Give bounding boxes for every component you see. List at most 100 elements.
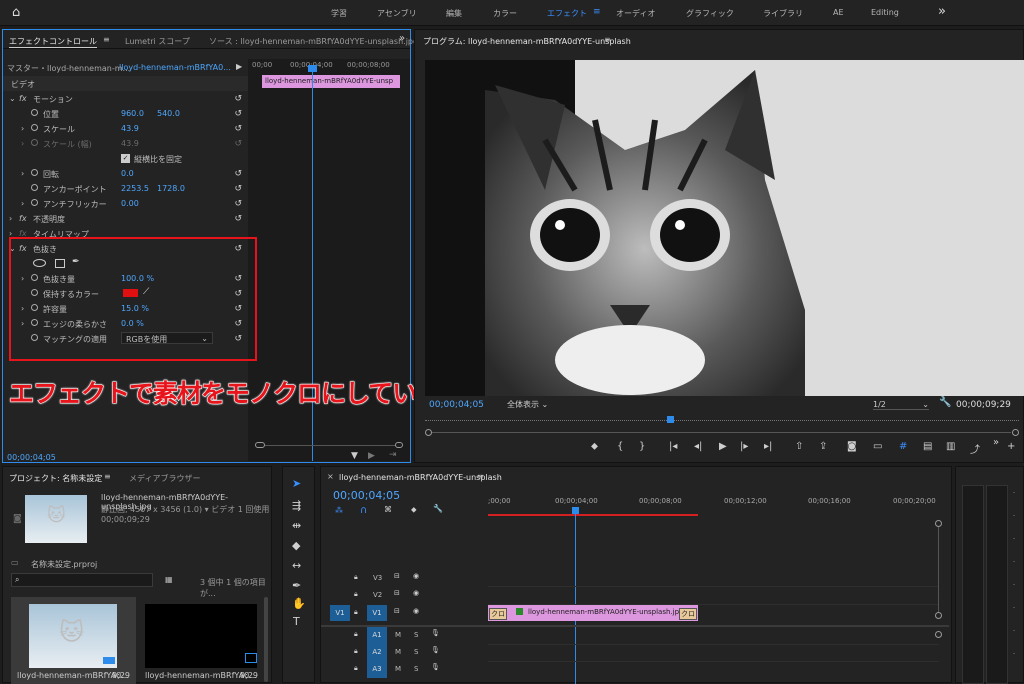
lock-icon[interactable]: 🔒︎: [354, 647, 358, 656]
workspace-effects[interactable]: エフェクト: [547, 8, 587, 19]
workspace-libraries[interactable]: ライブラリ: [763, 8, 803, 19]
anchor-y-value[interactable]: 1728.0: [157, 184, 185, 193]
eye-icon[interactable]: ◉: [413, 572, 419, 580]
type-tool-icon[interactable]: T: [293, 615, 300, 628]
mute-button[interactable]: M: [395, 665, 401, 673]
position-y-value[interactable]: 540.0: [157, 109, 180, 118]
scale-value[interactable]: 43.9: [121, 124, 139, 133]
search-input[interactable]: ⌕: [11, 573, 153, 587]
fit-dropdown[interactable]: 全体表示 ⌄: [507, 399, 548, 410]
panel-menu-icon[interactable]: ≡: [103, 35, 110, 44]
v1-source-patch[interactable]: V1: [330, 605, 350, 621]
eye-icon[interactable]: ◉: [413, 589, 419, 597]
program-video-frame[interactable]: [425, 60, 1024, 396]
solo-button[interactable]: S: [414, 631, 418, 639]
add-marker-icon[interactable]: ⬥: [591, 441, 598, 452]
microphone-icon[interactable]: 🎙︎: [431, 646, 440, 654]
camera-icon[interactable]: ◙: [847, 441, 857, 452]
comparison-view-icon[interactable]: ▭: [873, 441, 882, 452]
snap-icon[interactable]: ∩: [360, 505, 367, 516]
play-only-icon[interactable]: ▶: [368, 451, 375, 461]
stopwatch-icon[interactable]: [31, 199, 38, 208]
vertical-zoom-handle-top[interactable]: [935, 520, 942, 527]
linked-selection-icon[interactable]: ⌘: [384, 505, 392, 514]
timeline-clip[interactable]: クロ lloyd-henneman-mBRfYA0dYYE-unsplash.j…: [488, 605, 698, 621]
anchor-x-value[interactable]: 2253.5: [121, 184, 149, 193]
workspace-graphics[interactable]: グラフィック: [686, 8, 734, 19]
extract-icon[interactable]: ⇪: [819, 441, 827, 452]
program-playhead[interactable]: [667, 416, 674, 423]
stopwatch-icon[interactable]: [31, 124, 38, 133]
eye-icon[interactable]: ◉: [413, 607, 419, 615]
a1-target-patch[interactable]: A1: [367, 627, 387, 644]
mute-button[interactable]: M: [395, 648, 401, 656]
add-marker-icon[interactable]: ⬥: [411, 505, 417, 515]
timeline-playhead-handle[interactable]: [572, 507, 579, 514]
antiflicker-value[interactable]: 0.00: [121, 199, 139, 208]
home-icon[interactable]: ⌂: [12, 5, 20, 20]
lift-icon[interactable]: ⇧: [795, 441, 803, 452]
timeline-timecode[interactable]: 00;00;04;05: [333, 489, 400, 502]
workspace-menu-icon[interactable]: ≡: [593, 7, 601, 17]
nest-toggle-icon[interactable]: ⁂: [335, 506, 343, 515]
a3-target-patch[interactable]: A3: [367, 661, 387, 678]
solo-button[interactable]: S: [414, 665, 418, 673]
project-item-1[interactable]: 🐱 lloyd-henneman-mBRfYA0... 9;29: [11, 597, 136, 684]
more-buttons-icon[interactable]: »: [993, 437, 999, 448]
reset-icon[interactable]: ↺: [234, 199, 242, 209]
go-to-in-icon[interactable]: |◂: [669, 441, 677, 452]
program-timecode[interactable]: 00;00;04;05: [429, 400, 484, 410]
tab-lumetri-scopes[interactable]: Lumetri スコープ: [125, 36, 190, 47]
new-bin-icon[interactable]: ▦: [165, 575, 173, 584]
step-forward-icon[interactable]: |▸: [740, 441, 748, 452]
panel-menu-icon[interactable]: ≡: [604, 35, 611, 44]
track-select-tool-icon[interactable]: ⇶: [292, 499, 301, 512]
timeline-settings-icon[interactable]: 🔧: [433, 504, 443, 513]
selection-tool-icon[interactable]: ➤: [292, 477, 301, 490]
reset-icon[interactable]: ↺: [234, 94, 242, 104]
microphone-icon[interactable]: 🎙︎: [431, 629, 440, 637]
ec-scrollbar-handle[interactable]: [255, 442, 265, 448]
safe-margins-icon[interactable]: ▤: [923, 441, 932, 452]
panel-menu-icon[interactable]: ≡: [104, 472, 111, 481]
microphone-icon[interactable]: 🎙︎: [431, 663, 440, 671]
lock-icon[interactable]: 🔒︎: [354, 664, 358, 673]
sync-lock-icon[interactable]: ⊟: [394, 589, 400, 597]
master-clip-dropdown[interactable]: lloyd-henneman-mBRfYA0...: [119, 63, 231, 72]
step-back-icon[interactable]: ◂|: [694, 441, 702, 452]
workspace-color[interactable]: カラー: [493, 8, 517, 19]
stopwatch-icon[interactable]: [31, 109, 38, 118]
motion-chevron-icon[interactable]: ⌄: [9, 94, 16, 103]
razor-tool-icon[interactable]: ◆: [292, 539, 300, 552]
opacity-row[interactable]: › fx 不透明度 ↺: [3, 211, 248, 226]
workspace-audio[interactable]: オーディオ: [616, 8, 655, 19]
reset-icon[interactable]: ↺: [234, 169, 242, 179]
stopwatch-icon[interactable]: [31, 184, 38, 193]
tab-project[interactable]: プロジェクト: 名称未設定: [9, 473, 102, 484]
workspace-editing[interactable]: 編集: [446, 8, 462, 19]
ec-clip-bar[interactable]: lloyd-henneman-mBRfYA0dYYE-unsp: [262, 75, 400, 88]
vertical-zoom-handle-bottom[interactable]: [935, 612, 942, 619]
expand-chevron-icon[interactable]: ›: [21, 199, 24, 208]
mark-out-icon[interactable]: }: [639, 441, 645, 452]
v1-target-patch[interactable]: V1: [367, 605, 387, 621]
reset-icon[interactable]: ↺: [234, 109, 242, 119]
ec-timecode[interactable]: 00;00;04;05: [7, 453, 56, 462]
hand-tool-icon[interactable]: ✋: [292, 597, 306, 610]
resolution-dropdown[interactable]: 1/2 ⌄: [873, 400, 929, 410]
expand-panels-icon[interactable]: »: [399, 33, 405, 44]
lock-icon[interactable]: 🔒︎: [354, 590, 358, 599]
a2-target-patch[interactable]: A2: [367, 644, 387, 661]
filter-icon[interactable]: ▼: [351, 451, 358, 461]
stopwatch-icon[interactable]: [31, 169, 38, 178]
workspace-editing-en[interactable]: Editing: [871, 8, 899, 17]
workspace-learning[interactable]: 学習: [331, 8, 347, 19]
export-frame-icon[interactable]: ⤴: [970, 441, 980, 456]
audio-zoom-handle[interactable]: [935, 631, 942, 638]
add-button-icon[interactable]: +: [1007, 441, 1015, 452]
expand-chevron-icon[interactable]: ›: [9, 214, 12, 223]
scroll-handle-right[interactable]: [1012, 429, 1019, 436]
project-item-2[interactable]: lloyd-henneman-mBRfYA0... 9;29: [143, 597, 268, 684]
reset-icon[interactable]: ↺: [234, 184, 242, 194]
expand-chevron-icon[interactable]: ›: [21, 124, 24, 133]
